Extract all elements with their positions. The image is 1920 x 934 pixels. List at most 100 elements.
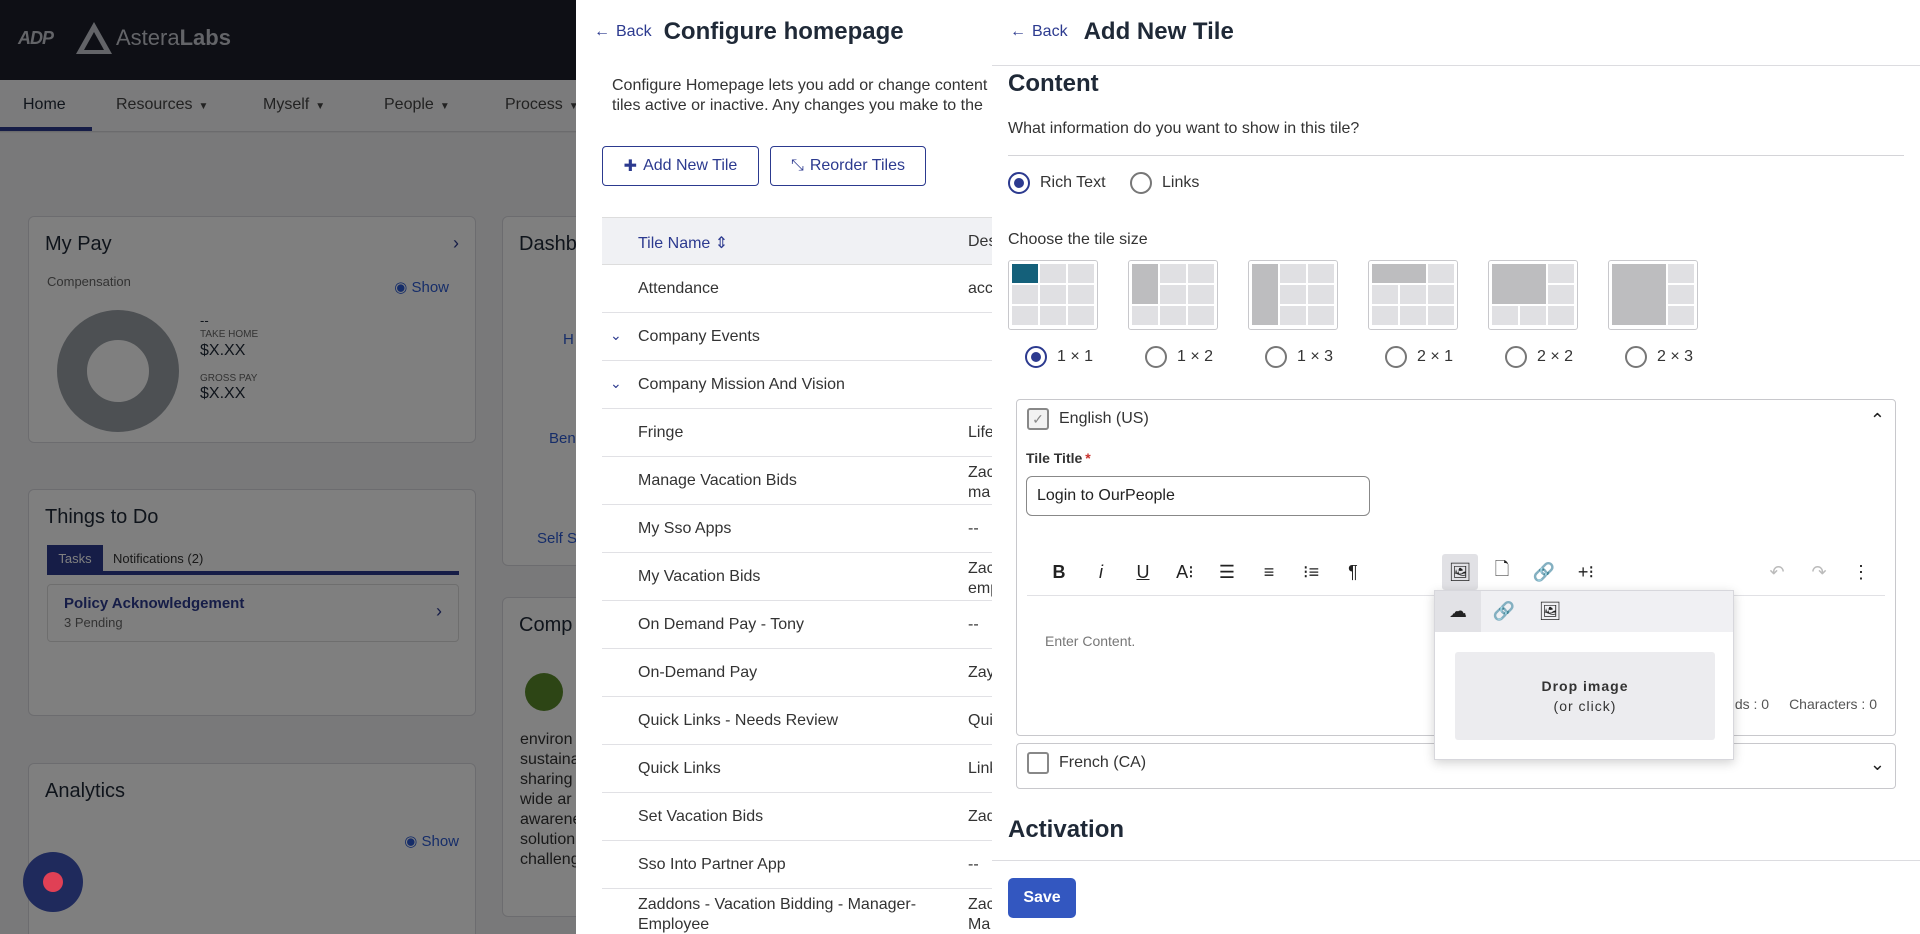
- add-new-tile-button[interactable]: ✚ Add New Tile: [602, 146, 759, 186]
- french-checkbox[interactable]: [1027, 752, 1049, 774]
- table-row[interactable]: Quick Links - Needs Review Qui: [602, 697, 993, 745]
- assistant-fab[interactable]: [23, 852, 83, 912]
- tiles-table: Tile Name ⇕ Des Attendance acc ⌄ Company Ev…: [602, 217, 993, 934]
- config-title: Configure homepage: [663, 18, 904, 45]
- size-radio-1x3[interactable]: 1 × 3: [1265, 346, 1333, 368]
- size-preview-1x2[interactable]: [1128, 260, 1218, 330]
- table-header: Tile Name ⇕ Des: [602, 217, 993, 265]
- size-preview-2x3[interactable]: [1608, 260, 1698, 330]
- tile-description: --: [968, 856, 979, 873]
- size-radio-1x2[interactable]: 1 × 2: [1145, 346, 1213, 368]
- tile-description: Life: [968, 424, 993, 441]
- italic-icon[interactable]: i: [1083, 554, 1119, 590]
- image-url-link-icon[interactable]: 🔗: [1481, 591, 1527, 632]
- save-button[interactable]: Save: [1008, 878, 1076, 918]
- activation-section-title: Activation: [1008, 816, 1125, 843]
- tile-description: Zay: [968, 664, 993, 681]
- undo-icon[interactable]: ↶: [1759, 554, 1795, 590]
- radio-button[interactable]: [1625, 346, 1647, 368]
- size-radio-2x1[interactable]: 2 × 1: [1385, 346, 1453, 368]
- more-options-icon[interactable]: ⋮: [1843, 554, 1879, 590]
- chevron-down-icon[interactable]: ⌄: [1870, 754, 1885, 775]
- size-preview-1x3[interactable]: [1248, 260, 1338, 330]
- radio-button[interactable]: [1385, 346, 1407, 368]
- configure-homepage-panel: ← Back Configure homepage Configure Home…: [576, 0, 993, 934]
- table-row[interactable]: My Sso Apps --: [602, 505, 993, 553]
- tile-description: acc: [968, 280, 993, 297]
- check-icon: ✓: [1032, 410, 1044, 427]
- tile-name: Set Vacation Bids: [638, 808, 764, 825]
- radio-button[interactable]: [1025, 346, 1047, 368]
- image-drop-zone[interactable]: Drop image (or click): [1455, 652, 1715, 740]
- french-toggle[interactable]: French (CA): [1027, 752, 1146, 774]
- radio-rich-text[interactable]: Rich Text: [1008, 172, 1106, 194]
- tile-name: Quick Links - Needs Review: [638, 712, 839, 729]
- size-preview-2x2[interactable]: [1488, 260, 1578, 330]
- redo-icon[interactable]: ↷: [1801, 554, 1837, 590]
- editor-toolbar: B i U A⁝ ☰ ≡ ⁝≡ ¶ 🖼 🗋 🔗 +⁝ ↶ ↷ ⋮: [1027, 548, 1885, 596]
- radio-links[interactable]: Links: [1130, 172, 1199, 194]
- table-row[interactable]: My Vacation Bids Zacemp: [602, 553, 993, 601]
- footer-divider: [992, 860, 1920, 861]
- drawer-back-button[interactable]: ← Back: [1010, 23, 1068, 41]
- radio-button[interactable]: [1008, 172, 1030, 194]
- content-question: What information do you want to show in …: [1008, 120, 1360, 137]
- underline-icon[interactable]: U: [1125, 554, 1161, 590]
- list-icon[interactable]: ⁝≡: [1293, 554, 1329, 590]
- table-row[interactable]: Quick Links Link: [602, 745, 993, 793]
- table-row[interactable]: On Demand Pay - Tony --: [602, 601, 993, 649]
- table-row[interactable]: Manage Vacation Bids Zac ma: [602, 457, 993, 505]
- chevron-down-icon[interactable]: ⌄: [610, 375, 622, 392]
- config-back-button[interactable]: ← Back: [594, 23, 652, 41]
- font-size-icon[interactable]: A⁝: [1167, 554, 1203, 590]
- size-preview-2x1[interactable]: [1368, 260, 1458, 330]
- reorder-tiles-button[interactable]: ⤡ Reorder Tiles: [770, 146, 926, 186]
- align-left-icon[interactable]: ☰: [1209, 554, 1245, 590]
- table-row[interactable]: Zaddons - Vacation Bidding - Manager- Emp…: [602, 889, 993, 934]
- size-preview-1x1[interactable]: [1008, 260, 1098, 330]
- more-insert-icon[interactable]: +⁝: [1568, 554, 1604, 590]
- tile-title-input[interactable]: [1026, 476, 1370, 516]
- english-toggle[interactable]: ✓ English (US): [1027, 408, 1149, 430]
- chevron-up-icon[interactable]: ⌃: [1870, 410, 1885, 431]
- table-row[interactable]: Fringe Life: [602, 409, 993, 457]
- table-row[interactable]: Sso Into Partner App --: [602, 841, 993, 889]
- english-checkbox[interactable]: ✓: [1027, 408, 1049, 430]
- paragraph-icon[interactable]: ¶: [1335, 554, 1371, 590]
- size-radio-2x3[interactable]: 2 × 3: [1625, 346, 1693, 368]
- radio-button[interactable]: [1265, 346, 1287, 368]
- size-radio-2x2[interactable]: 2 × 2: [1505, 346, 1573, 368]
- tile-description: --: [968, 616, 979, 633]
- tile-name: Company Mission And Vision: [638, 376, 845, 393]
- table-row[interactable]: Attendance acc: [602, 265, 993, 313]
- tile-description: Zac Ma: [968, 896, 993, 933]
- arrow-left-icon: ←: [1010, 23, 1026, 40]
- radio-button[interactable]: [1505, 346, 1527, 368]
- rich-text-editor[interactable]: Enter Content.: [1045, 633, 1135, 649]
- tile-name: Fringe: [638, 424, 684, 441]
- insert-file-icon[interactable]: 🗋: [1484, 554, 1520, 590]
- insert-image-icon[interactable]: 🖼: [1442, 554, 1478, 590]
- table-row[interactable]: Set Vacation Bids Zad: [602, 793, 993, 841]
- drawer-title: Add New Tile: [1083, 18, 1234, 45]
- align-center-icon[interactable]: ≡: [1251, 554, 1287, 590]
- chevron-down-icon[interactable]: ⌄: [610, 327, 622, 344]
- table-row[interactable]: ⌄ Company Events: [602, 313, 993, 361]
- radio-button[interactable]: [1145, 346, 1167, 368]
- sort-tile-name-header[interactable]: Tile Name ⇕: [638, 233, 728, 253]
- plus-icon: ✚: [623, 158, 638, 175]
- tile-name: My Sso Apps: [638, 520, 732, 537]
- table-row[interactable]: On-Demand Pay Zay: [602, 649, 993, 697]
- bold-icon[interactable]: B: [1041, 554, 1077, 590]
- tile-title-label: Tile Title *: [1026, 450, 1091, 466]
- tile-description: Link: [968, 760, 993, 777]
- image-browser-icon[interactable]: 🖼: [1527, 591, 1573, 632]
- tile-description: Zad: [968, 808, 993, 825]
- upload-cloud-icon[interactable]: ☁: [1435, 591, 1481, 632]
- insert-link-icon[interactable]: 🔗: [1526, 554, 1562, 590]
- size-radio-1x1[interactable]: 1 × 1: [1025, 346, 1093, 368]
- tile-description: Zac ma: [968, 464, 993, 501]
- radio-button[interactable]: [1130, 172, 1152, 194]
- drawer-header: ← Back Add New Tile: [992, 0, 1920, 66]
- table-row[interactable]: ⌄ Company Mission And Vision: [602, 361, 993, 409]
